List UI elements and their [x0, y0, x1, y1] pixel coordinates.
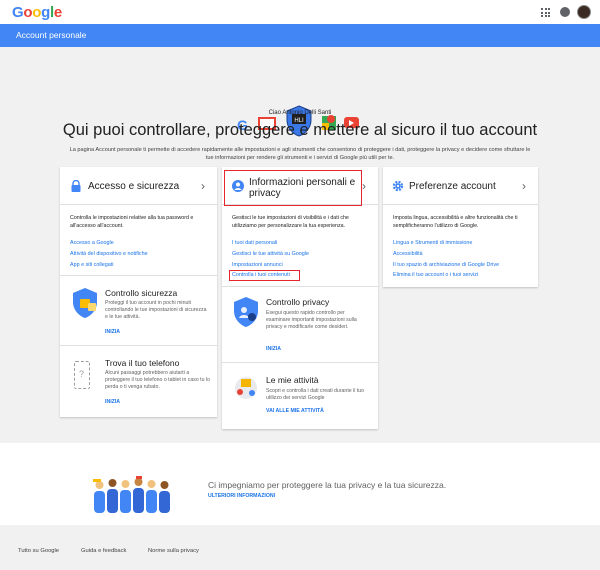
chevron-right-icon: › — [522, 179, 526, 193]
page-title: Account personale — [16, 30, 87, 40]
intro-text: La pagina Account personale ti permette … — [69, 147, 531, 161]
privacy-statement: Ci impegniamo per proteggere la tua priv… — [208, 480, 447, 490]
sub-my-activity-title: Le mie attività — [266, 375, 319, 385]
google-logo[interactable]: Google — [12, 4, 62, 21]
privacy-checkup-start-link[interactable]: INIZIA — [266, 346, 281, 352]
link-app-siti[interactable]: App e siti collegati — [70, 262, 113, 268]
sub-find-phone-text: Alcuni passaggi potrebbero aiutarti a pr… — [105, 370, 210, 391]
sub-my-activity-text: Scopri e controlla i dati creati durante… — [266, 388, 365, 402]
divider — [222, 286, 378, 287]
my-activity-link[interactable]: VAI ALLE MIE ATTIVITÀ — [266, 408, 324, 414]
divider — [60, 345, 217, 346]
link-impostazioni-annunci[interactable]: Impostazioni annunci — [232, 262, 283, 268]
chevron-right-icon: › — [362, 179, 366, 193]
top-bar: Google — [0, 0, 600, 24]
card-preferences-title: Preferenze account — [409, 181, 496, 192]
lock-icon — [71, 180, 81, 192]
footer-link-privacy[interactable]: Norme sulla privacy — [148, 548, 199, 554]
my-activity-icon — [235, 377, 257, 399]
card-preferences-desc: Imposta lingua, accessibilità e altre fu… — [393, 215, 518, 229]
card-preferences: Preferenze account › Imposta lingua, acc… — [383, 167, 538, 287]
highlight-personal-header — [224, 170, 362, 206]
footer-link-about[interactable]: Tutto su Google — [18, 548, 59, 554]
sub-find-phone-title: Trova il tuo telefono — [105, 358, 180, 368]
link-dati-personali[interactable]: I tuoi dati personali — [232, 240, 277, 246]
card-preferences-header[interactable]: Preferenze account › — [383, 167, 538, 205]
link-gestisci-attivita[interactable]: Gestisci le tue attività su Google — [232, 251, 309, 257]
sub-privacy-checkup-text: Esegui questo rapido controllo per esami… — [266, 310, 357, 331]
divider — [222, 362, 378, 363]
card-personal-desc: Gestisci le tue impostazioni di visibili… — [232, 215, 349, 229]
apps-grid-icon[interactable] — [541, 8, 550, 17]
link-elimina-account[interactable]: Elimina il tuo account o i tuoi servizi — [393, 272, 478, 278]
sub-security-checkup-title: Controllo sicurezza — [105, 288, 178, 298]
greeting: Ciao Antonio Delli Santi — [268, 110, 332, 116]
phone-icon: ? — [74, 361, 90, 389]
card-security-desc: Controlla le impostazioni relative alla … — [70, 215, 194, 229]
link-accesso-google[interactable]: Accesso a Google — [70, 240, 114, 246]
sub-security-checkup-text: Proteggi il tuo account in pochi minuti … — [105, 300, 207, 321]
security-checkup-shield-icon — [73, 288, 97, 318]
sub-privacy-checkup-title: Controllo privacy — [266, 297, 330, 307]
privacy-checkup-shield-icon — [234, 297, 258, 327]
notifications-icon[interactable] — [560, 7, 570, 17]
security-checkup-start-link[interactable]: INIZIA — [105, 329, 120, 335]
more-info-link[interactable]: ULTERIORI INFORMAZIONI — [208, 493, 275, 499]
people-illustration — [93, 476, 170, 513]
headline: Qui puoi controllare, proteggere e mette… — [62, 121, 538, 139]
gear-icon — [392, 180, 404, 192]
card-security: Accesso e sicurezza › Controlla le impos… — [60, 167, 217, 417]
link-lingua[interactable]: Lingua e Strumenti di immissione — [393, 240, 472, 246]
card-security-header[interactable]: Accesso e sicurezza › — [60, 167, 217, 205]
link-spazio-drive[interactable]: Il tuo spazio di archiviazione di Google… — [393, 262, 499, 268]
find-phone-start-link[interactable]: INIZIA — [105, 399, 120, 405]
link-attivita-dispositivo[interactable]: Attività del dispositivo e notifiche — [70, 251, 148, 257]
link-accessibilita[interactable]: Accessibilità — [393, 251, 423, 257]
card-personal-info: Informazioni personali e privacy › Gestis… — [222, 167, 378, 429]
chevron-right-icon: › — [201, 179, 205, 193]
divider — [60, 275, 217, 276]
card-security-title: Accesso e sicurezza — [88, 181, 180, 192]
footer-link-help[interactable]: Guida e feedback — [81, 548, 126, 554]
app-bar: Account personale — [0, 24, 600, 47]
highlight-controlla-link — [229, 270, 300, 281]
avatar[interactable] — [577, 5, 591, 19]
